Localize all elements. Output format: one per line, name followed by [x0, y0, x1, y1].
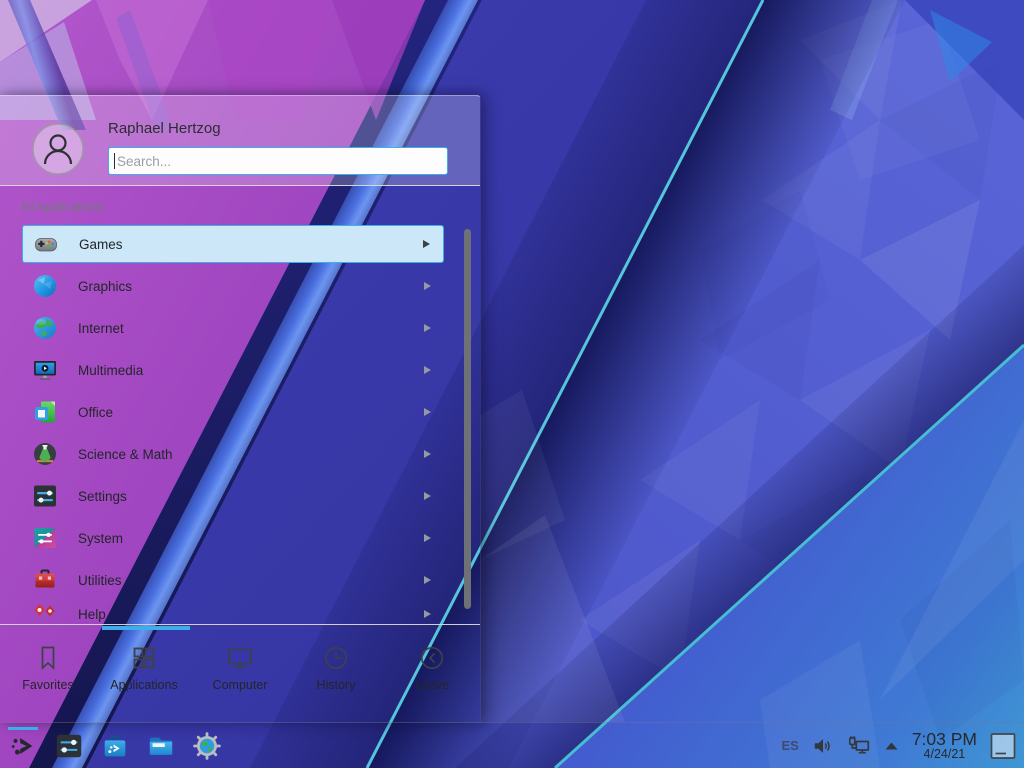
keyboard-layout-indicator[interactable]: ES [781, 738, 798, 753]
help-icon [32, 601, 58, 624]
list-scrollbar[interactable] [464, 229, 471, 609]
file-manager-task-button[interactable] [144, 726, 178, 766]
show-desktop-icon [990, 732, 1016, 760]
system-settings-task-button[interactable] [52, 726, 86, 766]
menu-item-graphics[interactable]: Graphics [22, 267, 444, 305]
utilities-icon [32, 567, 58, 593]
menu-item-label: System [78, 531, 424, 546]
menu-item-label: Games [79, 237, 423, 252]
menu-item-label: Help [78, 607, 424, 622]
submenu-arrow-icon [424, 282, 431, 290]
submenu-arrow-icon [424, 408, 431, 416]
favorites-icon [34, 644, 62, 672]
games-icon [33, 231, 59, 257]
menu-item-help[interactable]: Help [22, 595, 444, 624]
menu-item-label: Settings [78, 489, 424, 504]
history-icon [322, 644, 350, 672]
menu-item-games[interactable]: Games [22, 225, 444, 263]
taskbar-panel: ES 7:03 PM 4/24/21 [0, 722, 1024, 768]
web-browser-task-button[interactable] [190, 726, 224, 766]
user-avatar-icon[interactable] [32, 123, 84, 175]
application-category-list: Games Graphics [0, 218, 456, 624]
system-settings-icon [54, 731, 84, 761]
submenu-arrow-icon [424, 576, 431, 584]
menu-item-label: Science & Math [78, 447, 424, 462]
menu-item-label: Office [78, 405, 424, 420]
application-launcher-button[interactable] [6, 726, 40, 766]
expand-tray-arrow-icon[interactable] [884, 740, 899, 751]
tab-label: Favorites [22, 678, 73, 692]
show-desktop-button[interactable] [990, 732, 1016, 760]
system-icon [32, 525, 58, 551]
menu-item-internet[interactable]: Internet [22, 309, 444, 347]
application-launcher-icon [8, 731, 38, 761]
submenu-arrow-icon [423, 240, 430, 248]
tab-label: History [317, 678, 356, 692]
menu-item-office[interactable]: Office [22, 393, 444, 431]
user-name: Raphael Hertzog [108, 120, 221, 137]
submenu-arrow-icon [424, 492, 431, 500]
menu-item-settings[interactable]: Settings [22, 477, 444, 515]
submenu-arrow-icon [424, 366, 431, 374]
office-icon [32, 399, 58, 425]
tab-favorites[interactable]: Favorites [0, 625, 96, 723]
file-manager-icon [146, 731, 176, 761]
tab-label: Leave [415, 678, 449, 692]
menu-item-system[interactable]: System [22, 519, 444, 557]
tab-history[interactable]: History [288, 625, 384, 723]
active-tab-indicator [102, 626, 190, 630]
submenu-arrow-icon [424, 324, 431, 332]
application-launcher-menu: Raphael Hertzog All Applications [0, 95, 481, 723]
science-icon [32, 441, 58, 467]
launcher-active-indicator [8, 727, 38, 730]
text-caret [114, 153, 115, 169]
graphics-icon [32, 273, 58, 299]
internet-icon [32, 315, 58, 341]
desktop: Raphael Hertzog All Applications [0, 0, 1024, 768]
computer-icon [226, 644, 254, 672]
discover-icon [100, 731, 130, 761]
menu-item-utilities[interactable]: Utilities [22, 561, 444, 599]
digital-clock[interactable]: 7:03 PM 4/24/21 [912, 730, 977, 762]
discover-task-button[interactable] [98, 726, 132, 766]
clock-time: 7:03 PM [912, 730, 977, 748]
tab-label: Computer [213, 678, 268, 692]
multimedia-icon [32, 357, 58, 383]
launcher-tab-bar: Favorites Applications Computer [0, 624, 480, 723]
menu-item-science-math[interactable]: Science & Math [22, 435, 444, 473]
tab-label: Applications [110, 678, 177, 692]
leave-icon [418, 644, 446, 672]
clock-date: 4/24/21 [924, 748, 966, 761]
tab-leave[interactable]: Leave [384, 625, 480, 723]
search-input[interactable] [108, 147, 448, 175]
system-tray: ES 7:03 PM 4/24/21 [781, 730, 1024, 762]
menu-item-label: Multimedia [78, 363, 424, 378]
menu-item-label: Utilities [78, 573, 424, 588]
menu-item-multimedia[interactable]: Multimedia [22, 351, 444, 389]
settings-icon [32, 483, 58, 509]
menu-item-label: Graphics [78, 279, 424, 294]
submenu-arrow-icon [424, 534, 431, 542]
tab-applications[interactable]: Applications [96, 625, 192, 723]
volume-icon[interactable] [812, 735, 834, 757]
applications-icon [130, 644, 158, 672]
launcher-header: Raphael Hertzog [0, 96, 480, 186]
network-icon[interactable] [847, 734, 871, 758]
submenu-arrow-icon [424, 610, 431, 618]
submenu-arrow-icon [424, 450, 431, 458]
section-header: All Applications [20, 200, 104, 214]
menu-item-label: Internet [78, 321, 424, 336]
tab-computer[interactable]: Computer [192, 625, 288, 723]
web-browser-icon [192, 731, 222, 761]
